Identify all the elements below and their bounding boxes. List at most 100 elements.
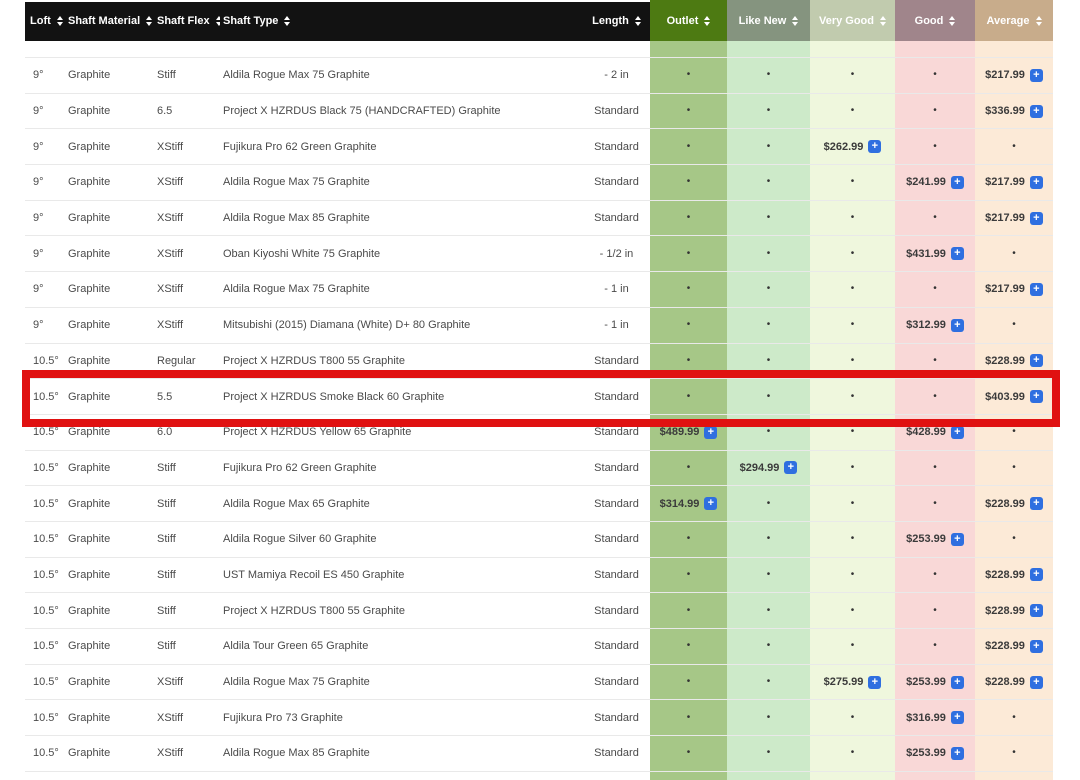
no-price-dot: • (851, 213, 855, 223)
table-row: 9°GraphiteXStiffAldila Rogue Max 75 Grap… (25, 164, 1053, 200)
no-price-dot: • (687, 463, 691, 473)
cell-very_good: • (810, 235, 895, 271)
cell-good: • (895, 57, 975, 93)
add-price-icon[interactable]: + (1030, 105, 1043, 118)
cell-loft: 10.5° (25, 592, 65, 628)
cell-length: Standard (583, 735, 650, 771)
add-price-icon[interactable]: + (1030, 283, 1043, 296)
cell-type: Aldila Rogue Max 75 Graphite (220, 664, 583, 700)
column-header-average[interactable]: Average (975, 0, 1053, 41)
add-price-icon[interactable]: + (1030, 676, 1043, 689)
add-price-icon[interactable]: + (1030, 212, 1043, 225)
cell-length: Standard (583, 521, 650, 557)
add-price-icon[interactable]: + (951, 533, 964, 546)
cell-outlet: • (650, 271, 727, 307)
add-price-icon[interactable]: + (1030, 640, 1043, 653)
no-price-dot: • (767, 70, 771, 80)
cell-very_good: • (810, 699, 895, 735)
price-value: $428.99 (906, 426, 946, 438)
column-header-shaft-type[interactable]: Shaft Type (220, 0, 583, 41)
column-header-label: Good (915, 15, 944, 27)
cell-loft: 10.5° (25, 378, 65, 414)
price-value: $253.99 (906, 533, 946, 545)
add-price-icon[interactable]: + (1030, 390, 1043, 403)
no-price-dot: • (687, 677, 691, 687)
no-price-dot: • (687, 748, 691, 758)
add-price-icon[interactable]: + (1030, 69, 1043, 82)
table-row: 10.5°GraphiteStiffFujikura Pro 62 Green … (25, 450, 1053, 486)
table-row: 10.5°Graphite5.5Project X HZRDUS Smoke B… (25, 378, 1053, 414)
column-header-length[interactable]: Length (583, 0, 650, 41)
cell-like_new: • (727, 699, 810, 735)
cell-loft: 9° (25, 235, 65, 271)
add-price-icon[interactable]: + (1030, 604, 1043, 617)
column-header-very-good[interactable]: Very Good (810, 0, 895, 41)
cell-material: Graphite (65, 235, 154, 271)
price-value: $228.99 (985, 569, 1025, 581)
price-value: $314.99 (660, 498, 700, 510)
add-price-icon[interactable]: + (951, 319, 964, 332)
cell-length: - 2 in (583, 57, 650, 93)
cell-very_good: • (810, 271, 895, 307)
column-header-shaft-material[interactable]: Shaft Material (65, 0, 154, 41)
add-price-icon[interactable]: + (704, 426, 717, 439)
add-price-icon[interactable]: + (784, 461, 797, 474)
add-price-icon[interactable]: + (704, 497, 717, 510)
cell-type: Aldila Rogue Max 75 Graphite (220, 57, 583, 93)
column-header-loft[interactable]: Loft (25, 0, 65, 41)
price-value: $241.99 (906, 176, 946, 188)
cell-outlet (650, 771, 727, 780)
cell-type: Fujikura Pro 62 Green Graphite (220, 450, 583, 486)
no-price-dot: • (687, 142, 691, 152)
cell-flex: XStiff (154, 735, 220, 771)
no-price-dot: • (1012, 748, 1016, 758)
no-price-dot: • (933, 392, 937, 402)
cell-flex: 6.5 (154, 93, 220, 129)
add-price-icon[interactable]: + (951, 247, 964, 260)
column-header-like-new[interactable]: Like New (727, 0, 810, 41)
cell-length: Standard (583, 378, 650, 414)
cell-type: Oban Kiyoshi White 75 Graphite (220, 235, 583, 271)
add-price-icon[interactable]: + (1030, 497, 1043, 510)
no-price-dot: • (687, 249, 691, 259)
column-header-label: Like New (739, 15, 787, 27)
cell-very_good: • (810, 735, 895, 771)
cell-material: Graphite (65, 128, 154, 164)
add-price-icon[interactable]: + (951, 676, 964, 689)
no-price-dot: • (767, 427, 771, 437)
add-price-icon[interactable]: + (951, 747, 964, 760)
add-price-icon[interactable]: + (1030, 354, 1043, 367)
price-value: $403.99 (985, 391, 1025, 403)
price-value: $228.99 (985, 605, 1025, 617)
cell-outlet: • (650, 57, 727, 93)
cell-outlet: • (650, 128, 727, 164)
cell-loft: 10.5° (25, 521, 65, 557)
cell-material: Graphite (65, 699, 154, 735)
add-price-icon[interactable]: + (868, 676, 881, 689)
cell-outlet: • (650, 664, 727, 700)
no-price-dot: • (851, 284, 855, 294)
cell-good: • (895, 343, 975, 379)
no-price-dot: • (767, 748, 771, 758)
add-price-icon[interactable]: + (951, 426, 964, 439)
no-price-dot: • (933, 641, 937, 651)
cell-type (220, 41, 583, 57)
add-price-icon[interactable]: + (1030, 176, 1043, 189)
sort-icon (57, 16, 63, 26)
no-price-dot: • (851, 463, 855, 473)
add-price-icon[interactable]: + (951, 711, 964, 724)
add-price-icon[interactable]: + (951, 176, 964, 189)
column-header-shaft-flex[interactable]: Shaft Flex (154, 0, 220, 41)
cell-type: Fujikura Pro 73 Graphite (220, 699, 583, 735)
column-header-good[interactable]: Good (895, 0, 975, 41)
table-row: 10.5°GraphiteXStiffAldila Rogue Max 75 G… (25, 664, 1053, 700)
cell-length: Standard (583, 592, 650, 628)
cell-material: Graphite (65, 414, 154, 450)
no-price-dot: • (687, 284, 691, 294)
add-price-icon[interactable]: + (868, 140, 881, 153)
column-header-outlet[interactable]: Outlet (650, 0, 727, 41)
add-price-icon[interactable]: + (1030, 568, 1043, 581)
no-price-dot: • (767, 641, 771, 651)
no-price-dot: • (933, 70, 937, 80)
cell-outlet: • (650, 521, 727, 557)
